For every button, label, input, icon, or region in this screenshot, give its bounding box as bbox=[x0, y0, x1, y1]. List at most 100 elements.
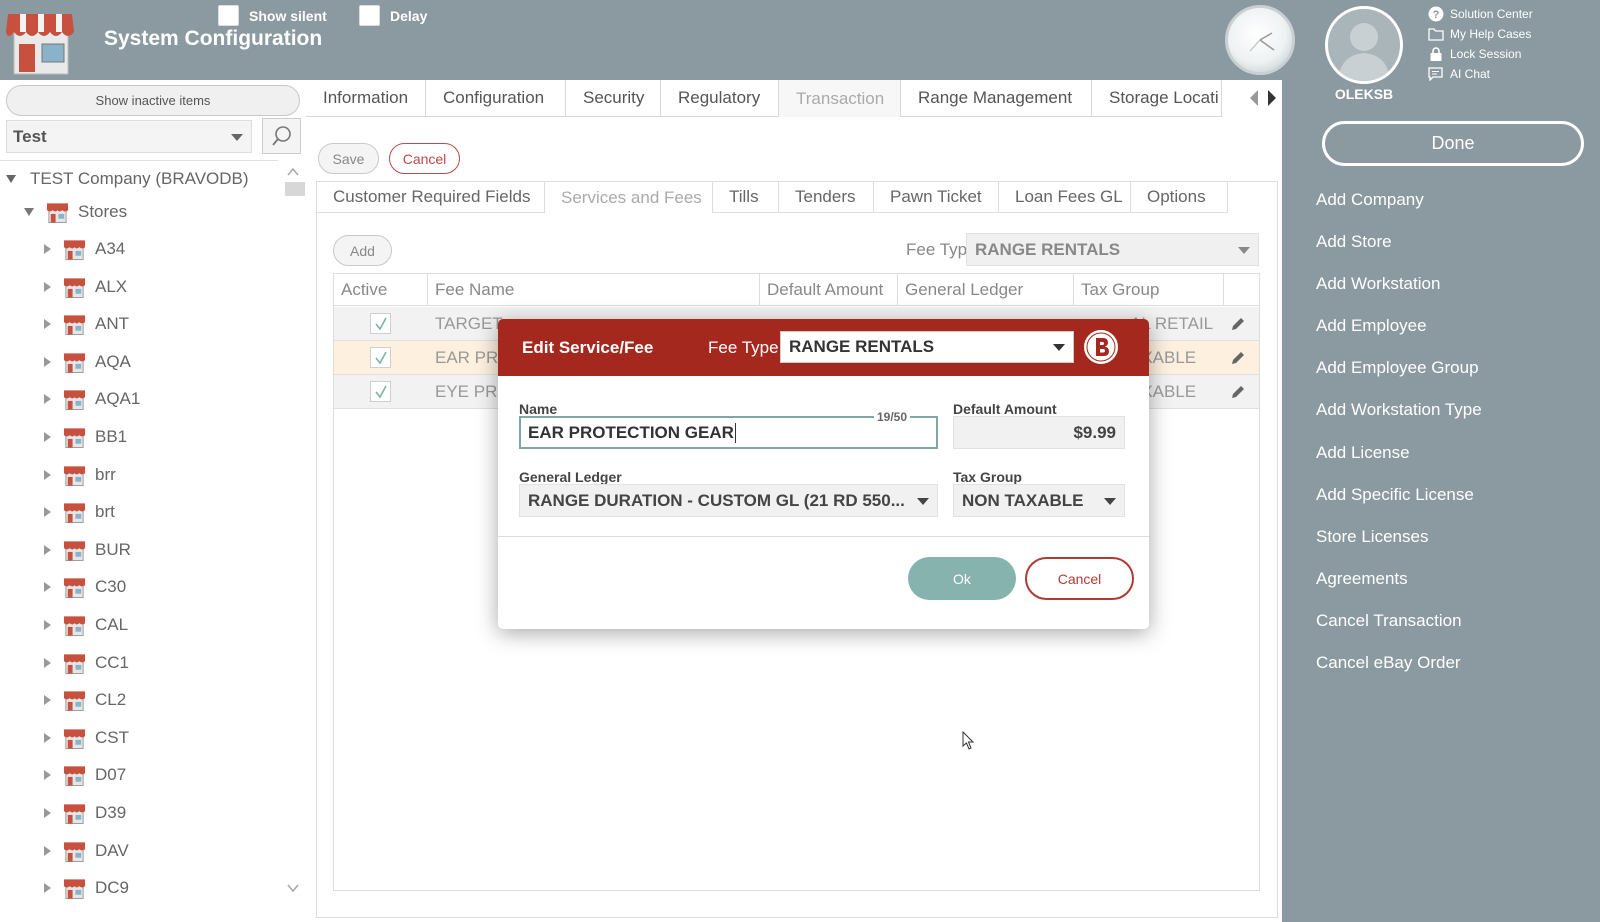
subtab-tills[interactable]: Tills bbox=[713, 182, 779, 213]
expand-icon[interactable] bbox=[24, 208, 34, 216]
subtab-options[interactable]: Options bbox=[1131, 182, 1228, 213]
add-specific-license-action[interactable]: Add Specific License bbox=[1316, 485, 1474, 505]
col-tax-group[interactable]: Tax Group bbox=[1074, 274, 1224, 306]
lock-session-link[interactable]: Lock Session bbox=[1428, 44, 1533, 64]
save-button[interactable]: Save bbox=[318, 143, 379, 174]
show-silent-box[interactable] bbox=[218, 5, 239, 26]
expand-icon[interactable] bbox=[44, 732, 51, 743]
tree-store-item[interactable]: ANT bbox=[44, 306, 129, 342]
user-avatar[interactable] bbox=[1325, 6, 1403, 84]
store-licenses-action[interactable]: Store Licenses bbox=[1316, 527, 1428, 547]
col-default-amount[interactable]: Default Amount bbox=[760, 274, 898, 306]
tree-store-item[interactable]: ALX bbox=[44, 269, 127, 305]
subtab-customer-required-fields[interactable]: Customer Required Fields bbox=[317, 182, 545, 213]
tree-store-item[interactable]: BB1 bbox=[44, 419, 127, 455]
tree-store-item[interactable]: CC1 bbox=[44, 645, 129, 681]
tab-scroll-left-icon[interactable] bbox=[1250, 90, 1258, 106]
tree-store-item[interactable]: DC9 bbox=[44, 870, 129, 906]
show-silent-checkbox[interactable]: Show silent bbox=[218, 5, 327, 26]
tab-scroll-right-icon[interactable] bbox=[1268, 90, 1276, 106]
tab-regulatory[interactable]: Regulatory bbox=[661, 80, 779, 117]
edit-pencil-icon[interactable] bbox=[1230, 316, 1246, 332]
dialog-cancel-button[interactable]: Cancel bbox=[1025, 557, 1134, 600]
subtab-pawn-ticket[interactable]: Pawn Ticket bbox=[874, 182, 999, 213]
cancel-button[interactable]: Cancel bbox=[389, 143, 460, 174]
tab-information[interactable]: Information bbox=[306, 80, 426, 117]
col-active[interactable]: Active bbox=[334, 274, 428, 306]
tree-store-item[interactable]: DAV bbox=[44, 833, 129, 869]
subtab-services-and-fees[interactable]: Services and Fees bbox=[545, 182, 713, 213]
tree-store-item[interactable]: CST bbox=[44, 720, 129, 756]
done-button[interactable]: Done bbox=[1322, 121, 1584, 166]
tab-transaction[interactable]: Transaction bbox=[779, 80, 901, 117]
ai-chat-link[interactable]: AI Chat bbox=[1428, 64, 1533, 84]
tree-root[interactable]: TEST Company (BRAVODB) bbox=[6, 161, 249, 197]
col-general-ledger[interactable]: General Ledger bbox=[898, 274, 1074, 306]
fee-type-select[interactable]: RANGE RENTALS bbox=[966, 233, 1259, 266]
col-fee-name[interactable]: Fee Name bbox=[428, 274, 760, 306]
active-checkbox[interactable] bbox=[370, 313, 391, 334]
expand-icon[interactable] bbox=[44, 394, 51, 405]
tree-store-item[interactable]: CAL bbox=[44, 607, 128, 643]
tree-store-item[interactable]: D07 bbox=[44, 757, 126, 793]
expand-icon[interactable] bbox=[44, 319, 51, 330]
delay-checkbox[interactable]: Delay bbox=[359, 5, 427, 26]
tax-group-select[interactable]: NON TAXABLE bbox=[953, 484, 1125, 517]
expand-icon[interactable] bbox=[44, 281, 51, 292]
tree-store-item[interactable]: brr bbox=[44, 457, 116, 493]
default-amount-input[interactable]: $9.99 bbox=[953, 416, 1125, 449]
add-workstation-type-action[interactable]: Add Workstation Type bbox=[1316, 400, 1482, 420]
expand-icon[interactable] bbox=[44, 620, 51, 630]
tab-configuration[interactable]: Configuration bbox=[426, 80, 566, 117]
edit-pencil-icon[interactable] bbox=[1230, 350, 1246, 366]
tree-store-item[interactable]: AQA1 bbox=[44, 381, 140, 417]
expand-icon[interactable] bbox=[44, 808, 51, 818]
agreements-action[interactable]: Agreements bbox=[1316, 569, 1408, 589]
scroll-down-icon[interactable] bbox=[287, 882, 299, 894]
expand-icon[interactable] bbox=[44, 845, 51, 856]
tree-store-item[interactable]: AQA bbox=[44, 344, 131, 380]
tab-range-management[interactable]: Range Management bbox=[901, 80, 1092, 117]
expand-icon[interactable] bbox=[44, 432, 51, 442]
delay-box[interactable] bbox=[359, 5, 380, 26]
add-license-action[interactable]: Add License bbox=[1316, 443, 1410, 463]
solution-center-link[interactable]: ? Solution Center bbox=[1428, 4, 1533, 24]
expand-icon[interactable] bbox=[44, 507, 51, 518]
add-company-action[interactable]: Add Company bbox=[1316, 190, 1424, 210]
company-select[interactable]: Test bbox=[6, 120, 252, 153]
tree-store-item[interactable]: A34 bbox=[44, 231, 125, 267]
tab-storage-locations[interactable]: Storage Locati bbox=[1092, 80, 1222, 117]
add-store-action[interactable]: Add Store bbox=[1316, 232, 1392, 252]
show-inactive-button[interactable]: Show inactive items bbox=[6, 85, 300, 116]
expand-icon[interactable] bbox=[44, 582, 51, 593]
cancel-ebay-order-action[interactable]: Cancel eBay Order bbox=[1316, 653, 1461, 673]
subtab-loan-fees-gl[interactable]: Loan Fees GL bbox=[999, 182, 1131, 213]
tree-store-item[interactable]: brt bbox=[44, 494, 115, 530]
tree-search-button[interactable] bbox=[262, 118, 301, 154]
expand-icon[interactable] bbox=[44, 356, 51, 367]
expand-icon[interactable] bbox=[44, 883, 51, 894]
expand-icon[interactable] bbox=[44, 469, 51, 480]
help-cases-link[interactable]: My Help Cases bbox=[1428, 24, 1533, 44]
add-employee-action[interactable]: Add Employee bbox=[1316, 316, 1427, 336]
expand-icon[interactable] bbox=[44, 770, 51, 781]
add-workstation-action[interactable]: Add Workstation bbox=[1316, 274, 1440, 294]
edit-pencil-icon[interactable] bbox=[1230, 384, 1246, 400]
expand-icon[interactable] bbox=[6, 175, 16, 183]
tree-stores[interactable]: Stores bbox=[24, 194, 127, 230]
tree-store-item[interactable]: CL2 bbox=[44, 682, 126, 718]
cancel-transaction-action[interactable]: Cancel Transaction bbox=[1316, 611, 1462, 631]
tab-security[interactable]: Security bbox=[566, 80, 661, 117]
add-fee-button[interactable]: Add bbox=[333, 235, 392, 266]
scroll-thumb[interactable] bbox=[285, 182, 305, 196]
ok-button[interactable]: Ok bbox=[908, 557, 1016, 600]
active-checkbox[interactable] bbox=[370, 347, 391, 368]
add-employee-group-action[interactable]: Add Employee Group bbox=[1316, 358, 1479, 378]
subtab-tenders[interactable]: Tenders bbox=[779, 182, 874, 213]
tree-store-item[interactable]: BUR bbox=[44, 532, 131, 568]
tree-store-item[interactable]: C30 bbox=[44, 569, 126, 605]
scroll-up-icon[interactable] bbox=[287, 166, 299, 178]
expand-icon[interactable] bbox=[44, 244, 51, 254]
tree-scrollbar[interactable] bbox=[282, 160, 305, 922]
dialog-fee-type-select[interactable]: RANGE RENTALS bbox=[780, 331, 1074, 363]
